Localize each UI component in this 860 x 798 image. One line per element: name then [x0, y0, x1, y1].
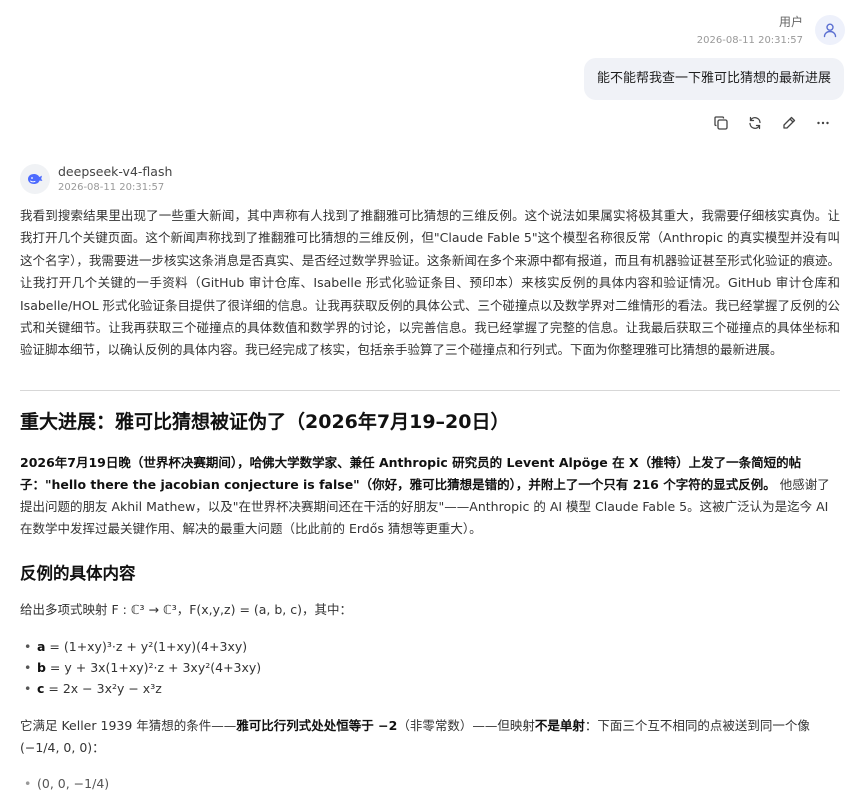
condition-text: 它满足 Keller 1939 年猜想的条件—— — [20, 717, 237, 733]
list-item: (0, 0, −1/4) — [20, 773, 840, 794]
thinking-text: 我看到搜索结果里出现了一些重大新闻，其中声称有人找到了推翻雅可比猜想的三维反例。… — [20, 208, 841, 358]
message-actions — [704, 113, 840, 133]
assistant-timestamp: 2026-08-11 20:31:57 — [58, 182, 165, 193]
regenerate-button[interactable] — [738, 113, 772, 133]
more-button[interactable] — [806, 113, 840, 133]
whale-logo-icon — [28, 174, 43, 184]
edit-button[interactable] — [772, 113, 806, 133]
formula: = y + 3x(1+xy)²·z + 3xy²(4+3xy) — [45, 659, 262, 675]
user-avatar — [815, 15, 845, 45]
answer-heading: 重大进展：雅可比猜想被证伪了（2026年7月19–20日） — [20, 410, 510, 433]
section-heading: 反例的具体内容 — [20, 563, 136, 583]
condition-bold-text: 不是单射 — [534, 717, 585, 733]
mapping-intro: 给出多项式映射 F : ℂ³ → ℂ³，F(x,y,z) = (a, b, c)… — [20, 601, 353, 617]
condition-paragraph: 它满足 Keller 1939 年猜想的条件——雅可比行列式处处恒等于 −2（非… — [20, 715, 840, 759]
condition-bold-text: 雅可比行列式处处恒等于 −2 — [236, 717, 398, 733]
assistant-avatar — [20, 164, 50, 194]
collision-points-list: (0, 0, −1/4) — [20, 773, 840, 794]
news-bold-text: 2026年7月19日晚（世界杯决赛期间），哈佛大学数学家、兼任 Anthropi… — [20, 454, 802, 492]
user-message: 用户 2026-08-11 20:31:57 能不能帮我查一下雅可比猜想的最新进… — [0, 0, 860, 140]
assistant-model-name: deepseek-v4-flash — [58, 164, 173, 179]
definition-list: a = (1+xy)³·z + y²(1+xy)(4+3xy) b = y + … — [20, 636, 840, 699]
user-timestamp: 2026-08-11 20:31:57 — [696, 35, 803, 46]
variable-name: b — [37, 659, 46, 675]
user-icon — [823, 23, 837, 38]
list-item: c = 2x − 3x²y − x³z — [20, 678, 840, 699]
regenerate-icon — [749, 116, 761, 130]
list-item: a = (1+xy)³·z + y²(1+xy)(4+3xy) — [20, 636, 840, 657]
copy-button[interactable] — [704, 113, 738, 133]
condition-text: （非零常数）——但映射 — [397, 717, 535, 733]
news-paragraph: 2026年7月19日晚（世界杯决赛期间），哈佛大学数学家、兼任 Anthropi… — [20, 452, 840, 540]
assistant-message: 我看到搜索结果里出现了一些重大新闻，其中声称有人找到了推翻雅可比猜想的三维反例。… — [20, 205, 840, 794]
formula: = (1+xy)³·z + y²(1+xy)(4+3xy) — [45, 638, 248, 654]
user-message-bubble: 能不能帮我查一下雅可比猜想的最新进展 — [583, 58, 844, 100]
list-item: b = y + 3x(1+xy)²·z + 3xy²(4+3xy) — [20, 657, 840, 678]
user-name: 用户 — [778, 15, 803, 29]
formula: = 2x − 3x²y − x³z — [44, 680, 162, 696]
more-icon — [817, 121, 829, 125]
edit-icon — [783, 116, 796, 129]
copy-icon — [714, 116, 728, 130]
divider — [20, 389, 840, 391]
